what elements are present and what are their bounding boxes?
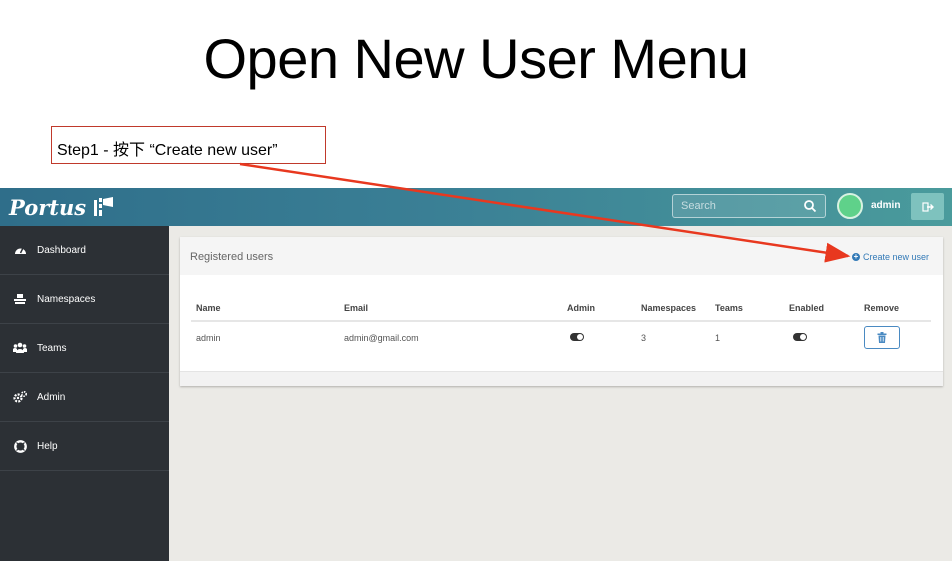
search-input[interactable] [673, 195, 801, 217]
sidebar-item-teams[interactable]: Teams [0, 324, 169, 373]
sidebar-item-label: Dashboard [37, 244, 86, 256]
admin-toggle[interactable] [570, 333, 584, 341]
user-avatar[interactable] [837, 193, 863, 219]
table-header-divider [191, 320, 931, 322]
teams-icon [13, 341, 27, 355]
help-lifebuoy-icon [13, 439, 27, 453]
create-new-user-label: Create new user [862, 252, 929, 262]
logout-button[interactable] [911, 193, 944, 220]
sidebar-item-dashboard[interactable]: Dashboard [0, 226, 169, 275]
column-header-teams: Teams [715, 303, 743, 313]
slide-title: Open New User Menu [203, 27, 749, 90]
admin-gears-icon [13, 390, 27, 404]
plus-circle-icon: + [851, 252, 860, 261]
slide: Open New User Menu Step1 - 按下 “Create ne… [0, 0, 952, 561]
sidebar-item-label: Namespaces [37, 293, 96, 305]
sidebar-item-label: Help [37, 440, 58, 452]
remove-user-button[interactable] [864, 326, 900, 349]
enabled-toggle[interactable] [793, 333, 807, 341]
lighthouse-flag-icon [94, 197, 114, 216]
cell-teams: 1 [715, 333, 721, 343]
user-name[interactable]: admin [871, 200, 900, 211]
top-navbar: Portus admin [0, 188, 952, 226]
step-callout: Step1 - 按下 “Create new user” [51, 126, 326, 164]
panel-footer [180, 371, 943, 386]
portus-logo[interactable]: Portus [9, 193, 114, 221]
column-header-remove: Remove [864, 303, 900, 313]
sidebar-item-help[interactable]: Help [0, 422, 169, 471]
main-content: Registered users + Create new user Name … [169, 226, 952, 561]
logo-text: Portus [9, 194, 87, 220]
column-header-name: Name [196, 303, 221, 313]
registered-users-panel: Registered users + Create new user Name … [180, 237, 943, 386]
logout-icon [921, 201, 934, 212]
column-header-email: Email [344, 303, 369, 313]
sidebar-item-admin[interactable]: Admin [0, 373, 169, 422]
sidebar-item-namespaces[interactable]: Namespaces [0, 275, 169, 324]
sidebar-item-label: Teams [37, 342, 67, 354]
sidebar: Dashboard Namespaces Teams Admin Help [0, 226, 169, 561]
portus-app: Portus admin [0, 188, 952, 561]
sidebar-item-label: Admin [37, 391, 66, 403]
trash-icon [877, 332, 887, 343]
dashboard-icon [13, 243, 27, 257]
column-header-enabled: Enabled [789, 303, 825, 313]
panel-title: Registered users [190, 251, 274, 263]
column-header-namespaces: Namespaces [641, 303, 697, 313]
search-icon[interactable] [803, 199, 817, 213]
search-box [672, 194, 826, 218]
cell-namespaces: 3 [641, 333, 647, 343]
cell-name: admin [196, 333, 221, 343]
namespaces-icon [13, 292, 27, 306]
cell-email: admin@gmail.com [344, 333, 419, 343]
column-header-admin: Admin [567, 303, 595, 313]
create-new-user-link[interactable]: + Create new user [851, 252, 929, 262]
panel-header: Registered users + Create new user [180, 237, 943, 275]
